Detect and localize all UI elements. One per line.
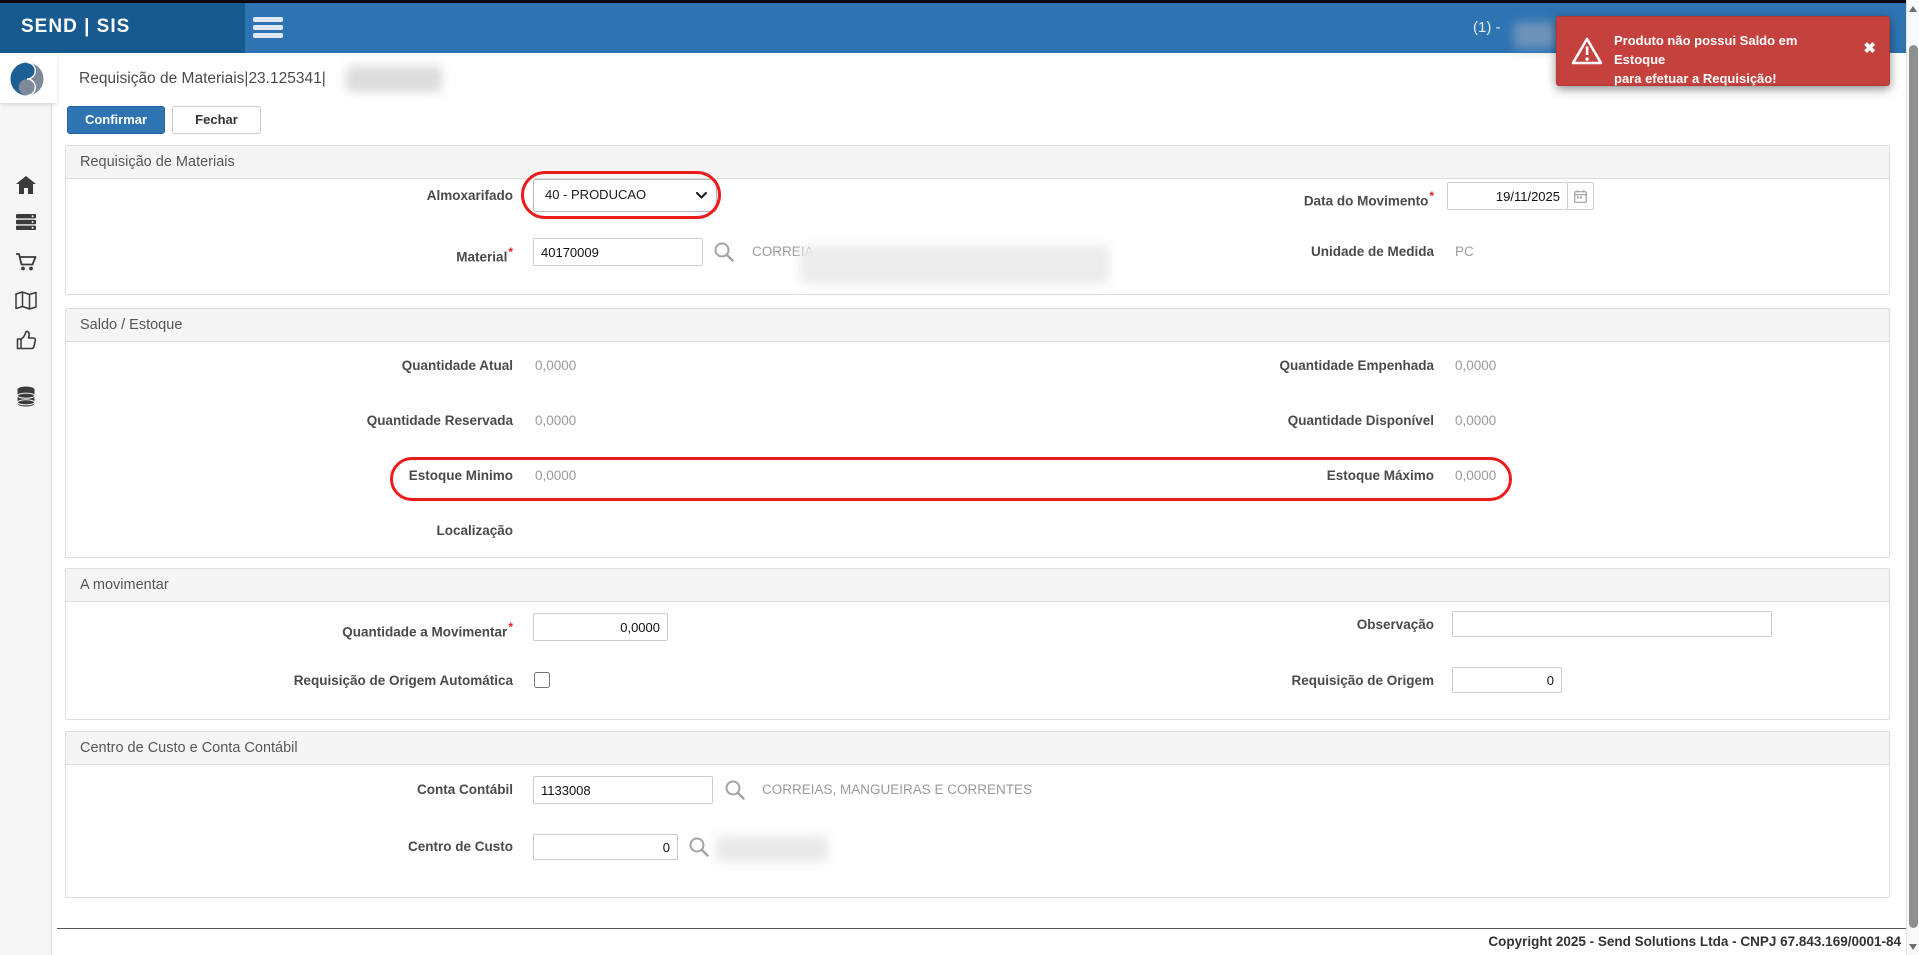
requisicao-origem-input[interactable]: [1452, 667, 1562, 693]
panel-centro-custo-title: Centro de Custo e Conta Contábil: [66, 732, 1889, 765]
app-window: SEND | SIS (1) - Produto não possui Sald…: [0, 0, 1919, 955]
almoxarifado-label: Almoxarifado: [150, 186, 513, 206]
warning-icon: [1571, 36, 1603, 66]
search-icon[interactable]: [688, 836, 710, 858]
close-icon[interactable]: ✖: [1863, 39, 1876, 57]
quantidade-empenhada-value: 0,0000: [1455, 356, 1496, 376]
search-icon[interactable]: [713, 241, 735, 263]
quantidade-empenhada-label: Quantidade Empenhada: [1050, 356, 1434, 376]
observacao-label: Observação: [1050, 615, 1434, 635]
centro-custo-label: Centro de Custo: [150, 837, 513, 857]
quantidade-atual-label: Quantidade Atual: [150, 356, 513, 376]
calendar-icon[interactable]: [1568, 182, 1594, 210]
requisicao-origem-label: Requisição de Origem: [1050, 671, 1434, 691]
quantidade-disponivel-label: Quantidade Disponível: [1050, 411, 1434, 431]
redacted-centro-custo-description: [716, 836, 828, 862]
centro-custo-input[interactable]: [533, 834, 678, 860]
footer-divider: [57, 928, 1906, 929]
quantidade-movimentar-label: Quantidade a Movimentar*: [150, 617, 513, 637]
home-icon[interactable]: [0, 175, 52, 195]
material-input[interactable]: [533, 238, 703, 266]
panel-movimentar-title: A movimentar: [66, 569, 1889, 602]
conta-contabil-label: Conta Contábil: [150, 780, 513, 800]
vertical-scrollbar[interactable]: [1906, 0, 1919, 955]
estoque-minimo-value: 0,0000: [535, 466, 576, 486]
cart-icon[interactable]: [0, 252, 52, 272]
footer-copyright: Copyright 2025 - Send Solutions Ltda - C…: [1488, 934, 1901, 949]
localizacao-label: Localização: [150, 521, 513, 541]
chevron-down-icon: [696, 192, 707, 199]
data-movimento-input[interactable]: [1447, 182, 1568, 210]
quantidade-movimentar-input[interactable]: [533, 613, 668, 641]
quantidade-reservada-label: Quantidade Reservada: [150, 411, 513, 431]
unidade-medida-label: Unidade de Medida: [1050, 242, 1434, 262]
almoxarifado-selected-value: 40 - PRODUCAO: [545, 187, 646, 202]
scroll-up-arrow[interactable]: [1909, 6, 1917, 12]
thumbs-up-icon[interactable]: [0, 330, 52, 350]
estoque-minimo-label: Estoque Minimo: [150, 466, 513, 486]
scroll-down-arrow[interactable]: [1909, 944, 1917, 950]
send-logo: [9, 61, 45, 97]
redacted-title-text: [346, 66, 442, 92]
material-label: Material*: [150, 242, 513, 262]
notification-count[interactable]: (1) -: [1473, 19, 1501, 36]
left-sidebar: [0, 53, 52, 955]
search-icon[interactable]: [724, 779, 746, 801]
scrollbar-thumb[interactable]: [1909, 45, 1918, 928]
panel-centro-custo: Centro de Custo e Conta Contábil: [65, 731, 1890, 898]
quantidade-reservada-value: 0,0000: [535, 411, 576, 431]
estoque-maximo-value: 0,0000: [1455, 466, 1496, 486]
quantidade-disponivel-value: 0,0000: [1455, 411, 1496, 431]
origem-automatica-label: Requisição de Origem Automática: [150, 671, 513, 691]
observacao-input[interactable]: [1452, 611, 1772, 637]
page-title: Requisição de Materiais|23.125341|: [79, 70, 326, 88]
toast-error: Produto não possui Saldo em Estoque para…: [1556, 16, 1890, 86]
hamburger-menu-icon[interactable]: [253, 17, 285, 39]
close-button[interactable]: Fechar: [172, 106, 261, 134]
conta-contabil-input[interactable]: [533, 776, 713, 804]
database-icon[interactable]: [0, 386, 52, 407]
quantidade-atual-value: 0,0000: [535, 356, 576, 376]
logo-card[interactable]: [0, 53, 57, 103]
confirm-button[interactable]: Confirmar: [67, 106, 165, 134]
origem-automatica-checkbox[interactable]: [534, 672, 550, 688]
conta-contabil-description: CORREIAS, MANGUEIRAS E CORRENTES: [762, 780, 1032, 800]
estoque-maximo-label: Estoque Máximo: [1050, 466, 1434, 486]
toast-message: Produto não possui Saldo em Estoque para…: [1614, 31, 1844, 88]
redacted-username: [1514, 22, 1558, 48]
panel-requisicao-title: Requisição de Materiais: [66, 146, 1889, 179]
modules-icon[interactable]: [0, 213, 52, 231]
panel-movimentar: A movimentar: [65, 568, 1890, 720]
almoxarifado-select[interactable]: 40 - PRODUCAO: [533, 179, 717, 212]
unidade-medida-value: PC: [1455, 242, 1474, 262]
panel-saldo-title: Saldo / Estoque: [66, 309, 1889, 342]
data-movimento-label: Data do Movimento*: [1050, 186, 1434, 206]
map-icon[interactable]: [0, 291, 52, 310]
app-brand: SEND | SIS: [21, 16, 130, 38]
